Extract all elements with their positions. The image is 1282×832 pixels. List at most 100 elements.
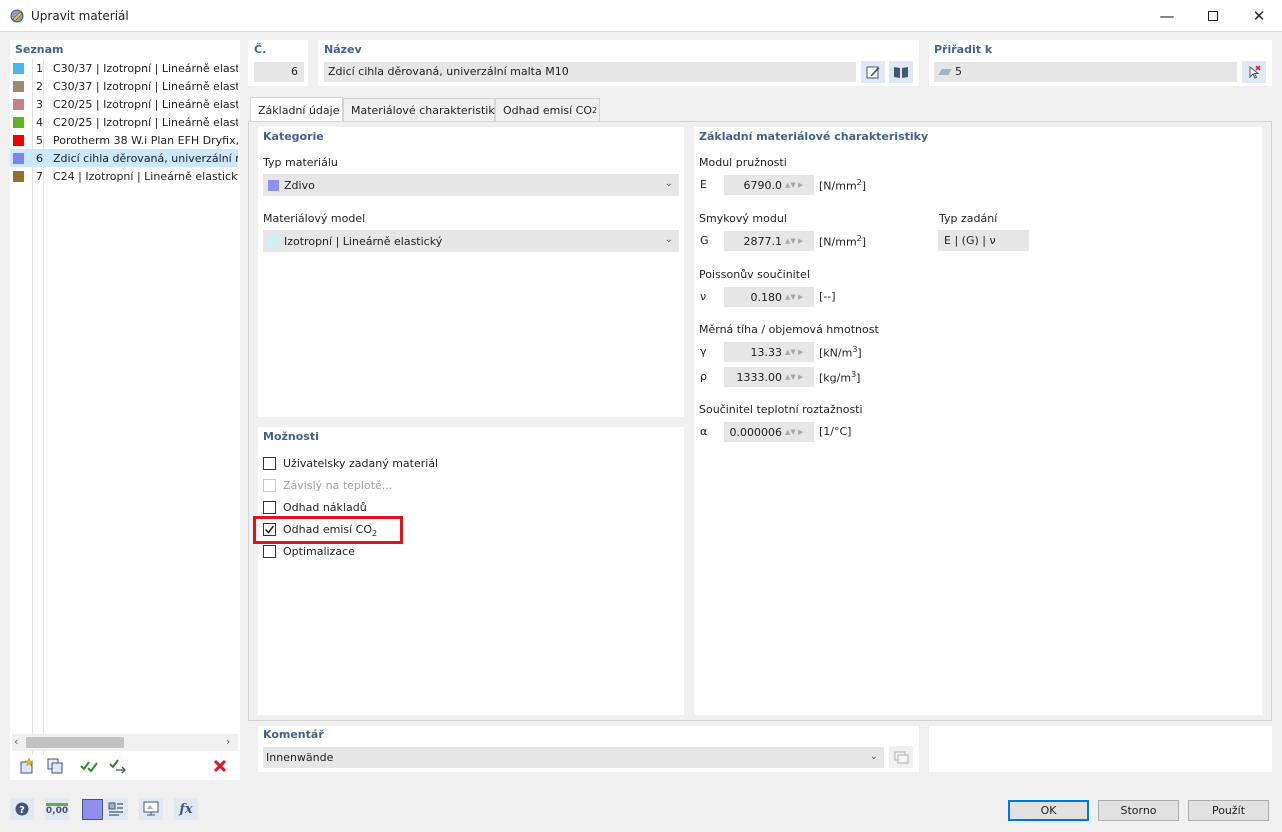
spin-arrows-icon[interactable]: ▲▼ ▶: [785, 369, 811, 385]
library-icon[interactable]: [889, 61, 913, 83]
option-checkbox: [263, 479, 276, 492]
color-icon[interactable]: [80, 798, 104, 820]
scroll-thumb[interactable]: [26, 737, 124, 748]
material-color-swatch: [13, 116, 24, 128]
chevron-down-icon: ⌄: [664, 234, 673, 245]
spin-arrows-icon[interactable]: ▲▼ ▶: [785, 177, 811, 193]
option-checkbox[interactable]: [263, 457, 276, 470]
rho-input[interactable]: 1333.00 ▲▼ ▶: [724, 367, 814, 387]
shear-title: Smykový modul: [699, 212, 787, 225]
option-checkbox[interactable]: [263, 501, 276, 514]
material-type-label: Typ materiálu: [263, 156, 338, 169]
list-item[interactable]: 3 C20/25 | Izotropní | Lineárně elastický: [10, 95, 238, 113]
list-item[interactable]: 4 C20/25 | Izotropní | Lineárně elastický: [10, 113, 238, 131]
list-item[interactable]: 2 C30/37 | Izotropní | Lineárně elastický: [10, 77, 238, 95]
edit-name-icon[interactable]: [861, 61, 885, 83]
number-title: Č.: [254, 43, 267, 56]
number-field[interactable]: 6: [254, 62, 304, 82]
list-item[interactable]: 5 Porotherm 38 W.i Plan EFH Dryfix, lep: [10, 131, 238, 149]
list-item[interactable]: 6 Zdicí cihla děrovaná, univerzální malt: [10, 149, 238, 167]
pick-objects-icon[interactable]: [1242, 61, 1266, 83]
tab-1[interactable]: Materiálové charakteristiky: [343, 98, 501, 121]
weight-title: Měrná tíha / objemová hmotnost: [699, 323, 879, 336]
close-button[interactable]: ✕: [1236, 0, 1282, 32]
assign-value: 5: [955, 65, 962, 78]
e-unit: [N/mm2]: [819, 178, 867, 193]
gamma-symbol: γ: [700, 345, 707, 358]
apply-button[interactable]: Použít: [1188, 800, 1269, 821]
name-title: Název: [324, 43, 362, 56]
modulus-title: Modul pružnosti: [699, 156, 787, 169]
e-value: 6790.0: [743, 178, 783, 192]
check-swap-icon[interactable]: [106, 755, 130, 777]
material-label: C30/37 | Izotropní | Lineárně elastický: [53, 61, 238, 75]
assign-field[interactable]: 5: [934, 62, 1237, 82]
e-symbol: E: [700, 178, 707, 191]
category-title: Kategorie: [263, 130, 324, 143]
display-properties-icon[interactable]: [104, 798, 128, 820]
title-bar: Upravit materiál — ✕: [0, 0, 1282, 32]
svg-text:?: ?: [19, 805, 25, 816]
chevron-down-icon: ⌄: [869, 751, 878, 762]
material-number: 1: [36, 61, 43, 75]
rho-unit: [kg/m3]: [819, 370, 861, 385]
ok-button[interactable]: OK: [1008, 800, 1089, 821]
check-all-icon[interactable]: [77, 755, 101, 777]
function-icon[interactable]: fx: [174, 798, 198, 820]
comment-select[interactable]: Innenwände ⌄: [263, 747, 884, 768]
input-type-field[interactable]: E | (G) | ν: [938, 230, 1029, 251]
nu-input[interactable]: 0.180 ▲▼ ▶: [724, 287, 814, 307]
window-title: Upravit materiál: [31, 9, 129, 23]
material-type-color: [268, 179, 279, 191]
tab-label-subscript: 2: [592, 105, 598, 115]
list-item[interactable]: 1 C30/37 | Izotropní | Lineárně elastický: [10, 59, 238, 77]
comment-value: Innenwände: [266, 751, 334, 764]
tab-0[interactable]: Základní údaje: [250, 97, 343, 122]
material-model-select[interactable]: Izotropní | Lineárně elastický ⌄: [263, 230, 679, 252]
tab-2[interactable]: Odhad emisí CO 2: [495, 98, 600, 121]
minimize-button[interactable]: —: [1144, 0, 1190, 32]
gamma-input[interactable]: 13.33 ▲▼ ▶: [724, 342, 814, 362]
options-panel: Možnosti Uživatelsky zadaný materiál Závi…: [253, 427, 684, 715]
e-input[interactable]: 6790.0 ▲▼ ▶: [724, 175, 814, 195]
material-type-select[interactable]: Zdivo ⌄: [263, 174, 679, 196]
list-scrollbar[interactable]: ‹ ›: [12, 734, 238, 751]
spin-arrows-icon[interactable]: ▲▼ ▶: [785, 344, 811, 360]
material-number: 3: [36, 97, 43, 111]
spin-arrows-icon[interactable]: ▲▼ ▶: [785, 424, 811, 440]
list-item[interactable]: 7 C24 | Izotropní | Lineárně elastický | …: [10, 167, 238, 185]
spin-arrows-icon[interactable]: ▲▼ ▶: [785, 289, 811, 305]
material-label: C20/25 | Izotropní | Lineárně elastický: [53, 97, 238, 111]
cancel-button[interactable]: Storno: [1098, 800, 1179, 821]
copy-material-icon[interactable]: [43, 755, 67, 777]
delete-icon[interactable]: [208, 755, 232, 777]
g-input[interactable]: 2877.1 ▲▼ ▶: [724, 231, 814, 251]
comment-edit-icon[interactable]: [889, 746, 913, 768]
scroll-left-icon[interactable]: ‹: [14, 735, 18, 748]
list-title: Seznam: [15, 43, 64, 56]
maximize-button[interactable]: [1190, 0, 1236, 32]
new-material-icon[interactable]: [15, 755, 39, 777]
option-checkbox[interactable]: [263, 545, 276, 558]
comment-title: Komentář: [263, 728, 324, 741]
surface-icon: [938, 69, 952, 75]
highlight-box: [253, 516, 403, 544]
help-icon[interactable]: ?: [10, 798, 34, 820]
gamma-value: 13.33: [750, 345, 783, 359]
scroll-right-icon[interactable]: ›: [226, 735, 230, 748]
view-icon[interactable]: [139, 798, 163, 820]
rho-value: 1333.00: [736, 370, 783, 384]
material-color-swatch: [13, 152, 24, 164]
properties-title: Základní materiálové charakteristiky: [699, 130, 929, 143]
material-color-swatch: [13, 170, 24, 182]
units-label: 0,00: [45, 802, 69, 816]
material-number: 7: [36, 169, 43, 183]
alpha-input[interactable]: 0.000006 ▲▼ ▶: [724, 422, 814, 442]
comment-side-panel: [929, 726, 1272, 772]
material-label: Zdicí cihla děrovaná, univerzální malt: [53, 151, 238, 165]
name-field[interactable]: Zdicí cihla děrovaná, univerzální malta …: [324, 62, 856, 82]
tab-label: Materiálové charakteristiky: [351, 103, 501, 117]
units-icon[interactable]: 0,00: [45, 798, 69, 820]
material-model-color: [268, 235, 279, 247]
spin-arrows-icon[interactable]: ▲▼ ▶: [785, 233, 811, 249]
